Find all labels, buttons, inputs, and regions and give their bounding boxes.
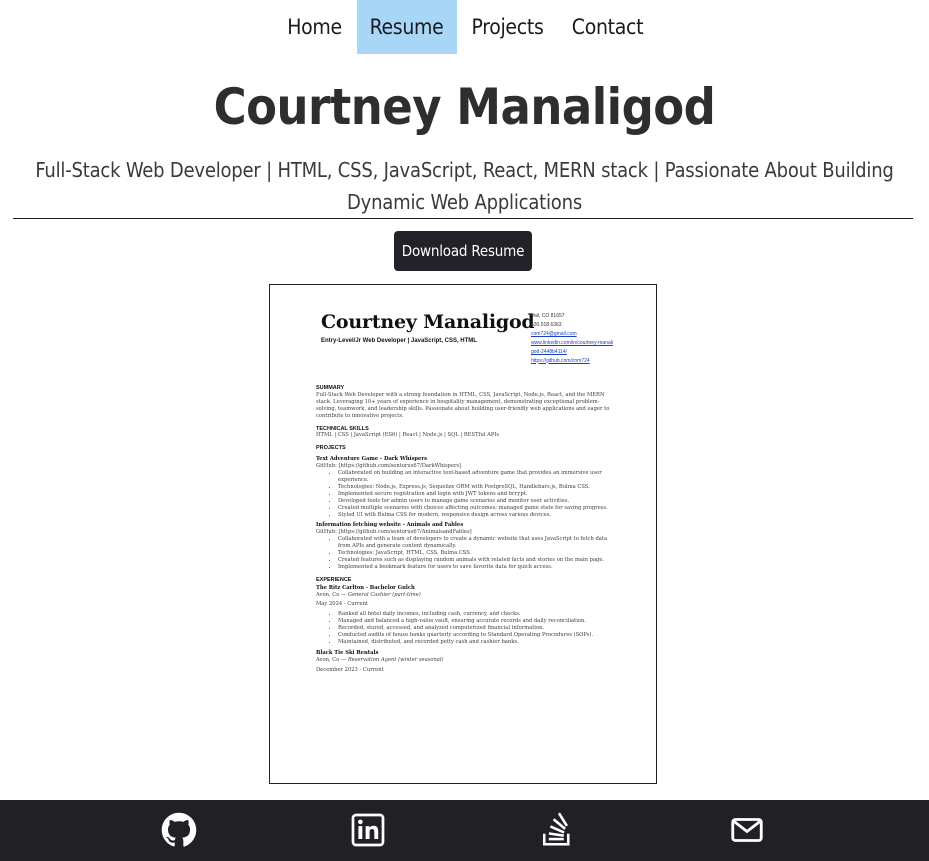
resume-job-place: Avon, Co — General Cashier (part-time) bbox=[316, 592, 616, 599]
resume-linkedin-link: www.linkedin.com/in/courtney-manali bbox=[531, 339, 613, 346]
tagline: Full-Stack Web Developer | HTML, CSS, Ja… bbox=[35, 158, 894, 214]
resume-project-title: Text Adventure Game - Dark Whispers bbox=[316, 456, 428, 463]
list-item: Maintained, distributed, and recorded pe… bbox=[338, 639, 616, 646]
resume-summary: Full-Stack Web Developer with a strong f… bbox=[316, 391, 610, 419]
footer bbox=[0, 800, 929, 861]
list-item: Ranked all hotel daily incomes, includin… bbox=[338, 611, 616, 618]
list-item: Created multiple scenarios with choices … bbox=[338, 505, 616, 512]
linkedin-icon[interactable] bbox=[350, 812, 386, 848]
resume-body: SUMMARY Full-Stack Web Developer with a … bbox=[316, 385, 616, 674]
resume-summary-heading: SUMMARY bbox=[316, 385, 345, 391]
resume-preview: Courtney Manaligod Entry-Level/Jr Web De… bbox=[269, 284, 657, 784]
email-icon[interactable] bbox=[729, 812, 765, 848]
resume-name: Courtney Manaligod bbox=[321, 311, 535, 333]
github-icon[interactable] bbox=[161, 812, 197, 848]
resume-job-role: Reservation Agent (winter seasonal) bbox=[347, 656, 444, 663]
resume-location: Vail, CO 81657 bbox=[531, 313, 565, 319]
list-item: Technologies: Node.js, Express.js, Seque… bbox=[338, 484, 616, 491]
resume-job-location: Avon, Co — bbox=[316, 656, 348, 663]
resume-projects-heading: PROJECTS bbox=[316, 445, 346, 452]
resume-job-bullets: Ranked all hotel daily incomes, includin… bbox=[316, 611, 616, 646]
list-item: Collaborated with a team of developers t… bbox=[338, 536, 616, 550]
resume-job-title: Black Tie Ski Rentals bbox=[316, 649, 379, 656]
list-item: Created features such as displaying rand… bbox=[338, 557, 616, 564]
resume-email-link: cnm724@gmail.com bbox=[531, 330, 577, 337]
download-resume-button[interactable]: Download Resume bbox=[394, 231, 532, 271]
nav-resume[interactable]: Resume bbox=[356, 0, 457, 54]
stack-overflow-icon[interactable] bbox=[539, 812, 575, 848]
list-item: Technologies: JavaScript, HTML, CSS, Bul… bbox=[338, 550, 616, 557]
list-item: Conducted audits of house banks quarterl… bbox=[338, 632, 616, 639]
resume-project-link: GitHub: [https://github.com/sentorus67/D… bbox=[316, 463, 462, 470]
list-item: Managed and balanced a high-value vault,… bbox=[338, 618, 616, 625]
resume-experience-heading: EXPERIENCE bbox=[316, 576, 352, 583]
resume-project-bullets: Collaborated on building an interactive … bbox=[316, 470, 616, 518]
resume-github-link: https://github.com/cnm724 bbox=[531, 357, 590, 364]
resume-contact: Vail, CO 81657 630.518.6363 cnm724@gmail… bbox=[531, 312, 613, 365]
resume-project-bullets: Collaborated with a team of developers t… bbox=[316, 536, 616, 571]
resume-job-place: Avon, Co — Reservation Agent (winter sea… bbox=[316, 657, 616, 664]
resume-project-link: GitHub: [https://github.com/sentorus67/A… bbox=[316, 529, 472, 536]
page-title: Courtney Manaligod bbox=[213, 78, 716, 136]
nav-projects[interactable]: Projects bbox=[457, 0, 559, 54]
resume-job-title: The Ritz Carlton - Bachelor Gulch bbox=[316, 584, 415, 591]
resume-skills: HTML | CSS | JavaScript (ES6) | React | … bbox=[316, 432, 500, 439]
resume-job-location: Avon, Co — bbox=[316, 591, 348, 598]
divider bbox=[13, 218, 913, 219]
resume-project-title: Information fetching website - Animals a… bbox=[316, 522, 464, 529]
list-item: Implemented a bookmark feature for users… bbox=[338, 564, 616, 571]
resume-linkedin-link-cont: god-2448b4114/ bbox=[531, 348, 568, 355]
list-item: Developed tools for admin users to manag… bbox=[338, 498, 616, 505]
main-nav: Home Resume Projects Contact bbox=[0, 0, 929, 54]
resume-job-dates: December 2023 - Current bbox=[316, 666, 384, 673]
resume-subtitle: Entry-Level/Jr Web Developer | JavaScrip… bbox=[321, 338, 477, 344]
list-item: Collaborated on building an interactive … bbox=[338, 470, 616, 484]
resume-job-dates: May 2024 - Current bbox=[316, 601, 369, 608]
resume-job-role: General Cashier (part-time) bbox=[347, 591, 421, 598]
list-item: Implemented secure registration and logi… bbox=[338, 491, 616, 498]
nav-contact[interactable]: Contact bbox=[559, 0, 657, 54]
list-item: Styled UI with Bulma CSS for modern, res… bbox=[338, 512, 616, 519]
nav-home[interactable]: Home bbox=[273, 0, 357, 54]
resume-phone: 630.518.6363 bbox=[531, 321, 562, 328]
